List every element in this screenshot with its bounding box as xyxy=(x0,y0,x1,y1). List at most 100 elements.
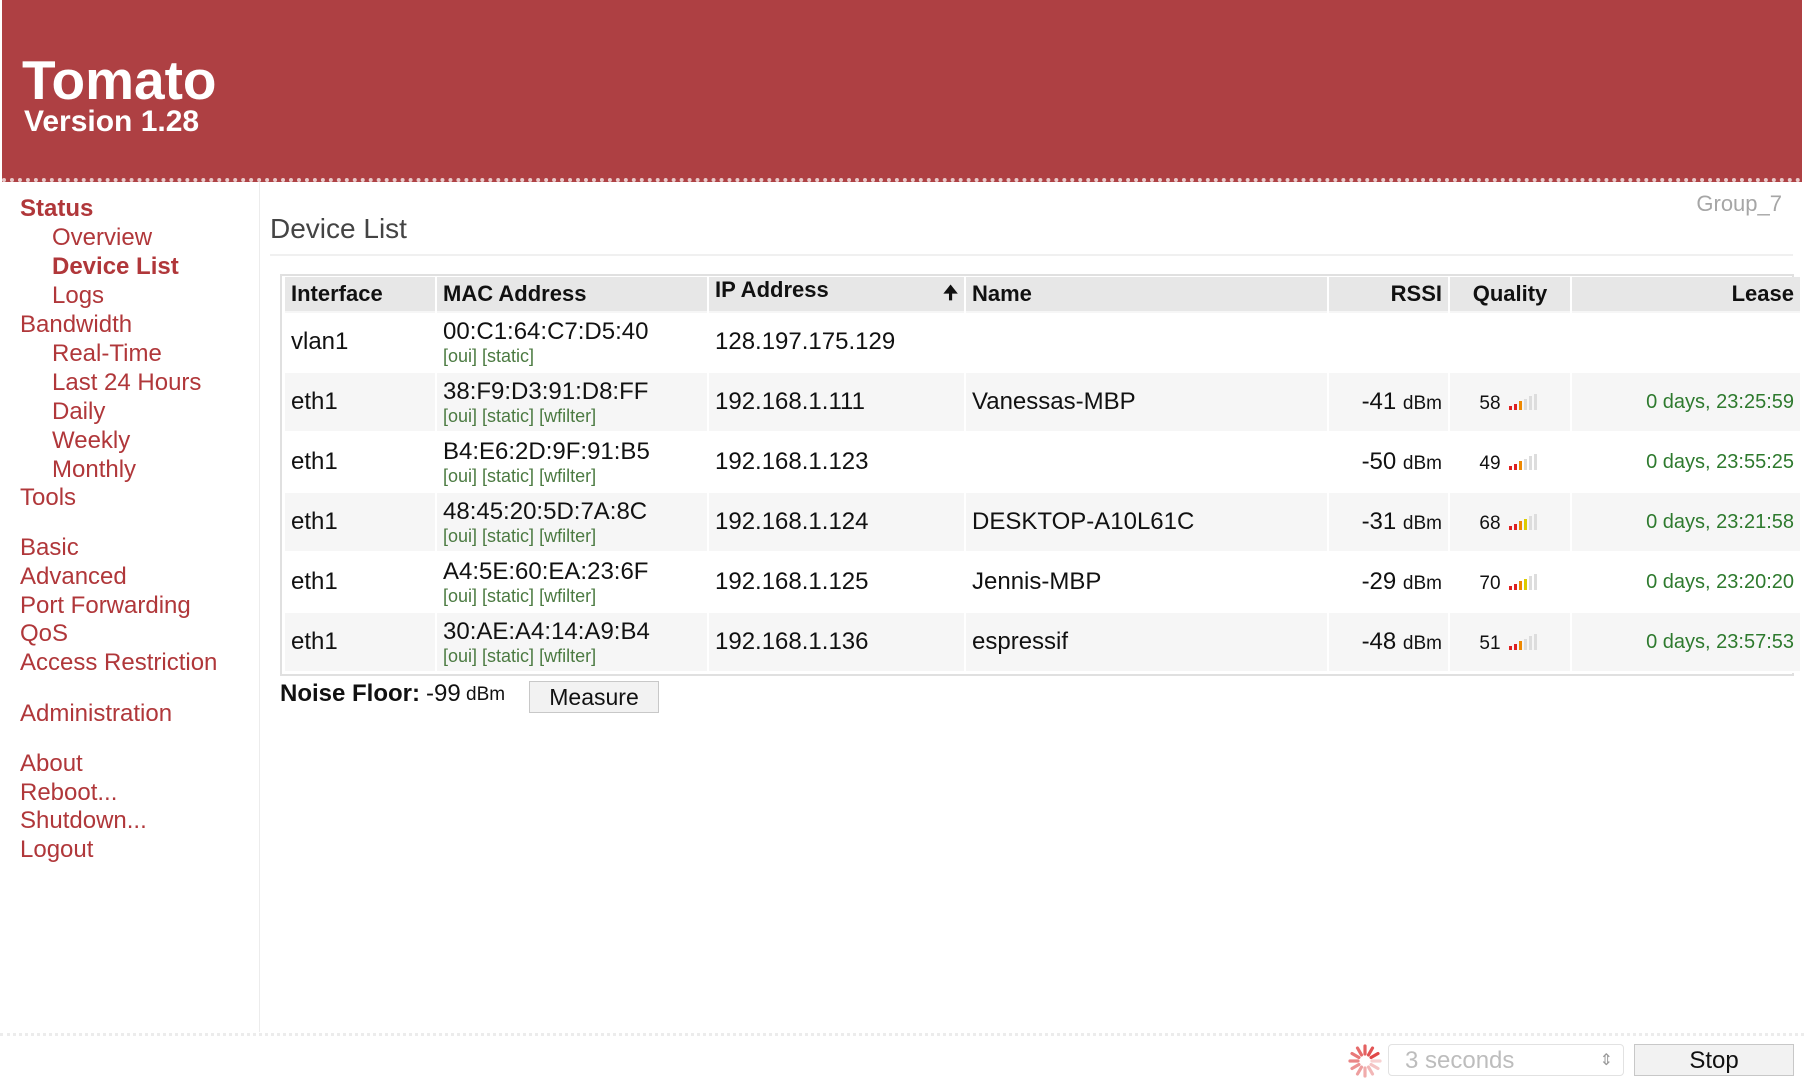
spinner-ray xyxy=(1355,1046,1364,1057)
nav-advanced[interactable]: Advanced xyxy=(20,562,127,592)
signal-bar xyxy=(1523,578,1527,590)
device-table-body: vlan1 00:C1:64:C7:D5:40 [oui] [static] 128.… xyxy=(285,313,1800,673)
mac-action-link[interactable]: [oui] xyxy=(443,346,477,366)
signal-bar xyxy=(1533,454,1537,470)
cell-lease: 0 days, 23:57:53 xyxy=(1572,613,1800,673)
measure-button[interactable]: Measure xyxy=(529,681,659,713)
quality-value: 49 xyxy=(1479,453,1501,474)
cell-ip-address: 192.168.1.123 xyxy=(709,433,964,493)
nav-device-list[interactable]: Device List xyxy=(52,252,179,282)
mac-action-link[interactable]: [oui] xyxy=(443,406,477,426)
nav-access-restriction[interactable]: Access Restriction xyxy=(20,648,217,678)
mac-actions: [oui] [static] [wfilter] xyxy=(443,525,701,547)
device-row: eth1 B4:E6:2D:9F:91:B5 [oui] [static] [wfi… xyxy=(285,433,1800,493)
mac-action-link[interactable]: [wfilter] xyxy=(539,406,596,426)
nav-monthly[interactable]: Monthly xyxy=(52,455,136,485)
cell-mac-address: A4:5E:60:EA:23:6F [oui] [static] [wfilter… xyxy=(437,553,707,613)
cell-ip-address: 192.168.1.111 xyxy=(709,373,964,433)
mac-action-link[interactable]: [wfilter] xyxy=(539,646,596,666)
rssi-value: -41 xyxy=(1361,388,1397,415)
device-row: eth1 48:45:20:5D:7A:8C [oui] [static] [wfi… xyxy=(285,493,1800,553)
cell-quality xyxy=(1450,313,1570,373)
nav-tools[interactable]: Tools xyxy=(20,483,76,513)
nav-reboot[interactable]: Reboot... xyxy=(20,778,117,808)
app-title: Tomato xyxy=(22,49,217,111)
cell-interface: vlan1 xyxy=(285,313,435,373)
nav-logs[interactable]: Logs xyxy=(52,281,104,311)
rssi-unit: dBm xyxy=(1402,453,1442,474)
device-row: vlan1 00:C1:64:C7:D5:40 [oui] [static] 128.… xyxy=(285,313,1800,373)
rssi-unit: dBm xyxy=(1402,573,1442,594)
mac-action-link[interactable]: [wfilter] xyxy=(539,526,596,546)
mac-action-link[interactable]: [static] xyxy=(482,466,534,486)
mac-actions: [oui] [static] [wfilter] xyxy=(443,465,701,487)
noise-floor-label: Noise Floor: xyxy=(280,680,421,707)
signal-bar xyxy=(1528,576,1532,590)
cell-quality: 51 xyxy=(1450,613,1570,673)
mac-action-link[interactable]: [wfilter] xyxy=(539,586,596,606)
mac-action-link[interactable]: [oui] xyxy=(443,646,477,666)
signal-bars-icon xyxy=(1508,574,1541,590)
mac-action-link[interactable]: [static] xyxy=(482,346,534,366)
mac-address-text: 00:C1:64:C7:D5:40 xyxy=(443,317,649,345)
mac-action-link[interactable]: [oui] xyxy=(443,466,477,486)
signal-bar xyxy=(1533,514,1537,530)
cell-rssi: -50 dBm xyxy=(1329,433,1448,493)
column-header-name[interactable]: Name xyxy=(966,277,1327,313)
cell-ip-address: 128.197.175.129 xyxy=(709,313,964,373)
cell-name: DESKTOP-A10L61C xyxy=(966,493,1327,553)
stop-button[interactable]: Stop xyxy=(1634,1044,1794,1076)
column-header-rssi[interactable]: RSSI xyxy=(1329,277,1448,313)
nav-bandwidth[interactable]: Bandwidth xyxy=(20,310,132,340)
signal-bar xyxy=(1528,396,1532,410)
column-header-quality[interactable]: Quality xyxy=(1450,277,1570,313)
spinner-ray xyxy=(1366,1046,1375,1057)
cell-ip-address: 192.168.1.124 xyxy=(709,493,964,553)
signal-bar xyxy=(1508,526,1512,530)
nav-basic[interactable]: Basic xyxy=(20,533,79,563)
signal-bar xyxy=(1508,466,1512,470)
nav-last-24-hours[interactable]: Last 24 Hours xyxy=(52,368,201,398)
column-header-mac-address[interactable]: MAC Address xyxy=(437,277,707,313)
spinner-ray xyxy=(1350,1051,1361,1060)
mac-action-link[interactable]: [oui] xyxy=(443,526,477,546)
cell-ip-address: 192.168.1.136 xyxy=(709,613,964,673)
nav-qos[interactable]: QoS xyxy=(20,619,68,649)
nav-port-forwarding[interactable]: Port Forwarding xyxy=(20,591,191,621)
spinner-ray xyxy=(1350,1062,1361,1071)
nav-about[interactable]: About xyxy=(20,749,83,779)
spinner-ray xyxy=(1366,1065,1375,1076)
nav-real-time[interactable]: Real-Time xyxy=(52,339,162,369)
mac-action-link[interactable]: [static] xyxy=(482,646,534,666)
signal-bar xyxy=(1528,516,1532,530)
nav-overview[interactable]: Overview xyxy=(52,223,152,253)
noise-floor-unit: dBm xyxy=(466,684,506,705)
nav-weekly[interactable]: Weekly xyxy=(52,426,130,456)
nav-daily[interactable]: Daily xyxy=(52,397,105,427)
app-version: Version 1.28 xyxy=(24,105,200,138)
cell-quality: 70 xyxy=(1450,553,1570,613)
cell-name: Vanessas-MBP xyxy=(966,373,1327,433)
column-header-interface[interactable]: Interface xyxy=(285,277,435,313)
mac-action-link[interactable]: [static] xyxy=(482,586,534,606)
nav-shutdown[interactable]: Shutdown... xyxy=(20,806,147,836)
signal-bar xyxy=(1508,646,1512,650)
cell-quality: 49 xyxy=(1450,433,1570,493)
refresh-interval-select[interactable]: 3 seconds ⇕ xyxy=(1388,1044,1624,1076)
nav-status[interactable]: Status xyxy=(20,194,93,224)
spinner-ray xyxy=(1369,1051,1380,1060)
column-header-ip-address[interactable]: IP Address 🠉 xyxy=(709,277,964,313)
mac-address-text: A4:5E:60:EA:23:6F xyxy=(443,557,649,585)
nav-administration[interactable]: Administration xyxy=(20,699,172,729)
quality-value: 70 xyxy=(1479,573,1501,594)
cell-mac-address: B4:E6:2D:9F:91:B5 [oui] [static] [wfilter… xyxy=(437,433,707,493)
column-header-lease[interactable]: Lease xyxy=(1572,277,1800,313)
nav-logout[interactable]: Logout xyxy=(20,835,93,865)
mac-action-link[interactable]: [oui] xyxy=(443,586,477,606)
signal-bar xyxy=(1518,581,1522,590)
mac-address-text: 48:45:20:5D:7A:8C xyxy=(443,497,648,525)
mac-action-link[interactable]: [static] xyxy=(482,526,534,546)
loading-spinner-icon xyxy=(1348,1044,1382,1078)
mac-action-link[interactable]: [wfilter] xyxy=(539,466,596,486)
mac-action-link[interactable]: [static] xyxy=(482,406,534,426)
